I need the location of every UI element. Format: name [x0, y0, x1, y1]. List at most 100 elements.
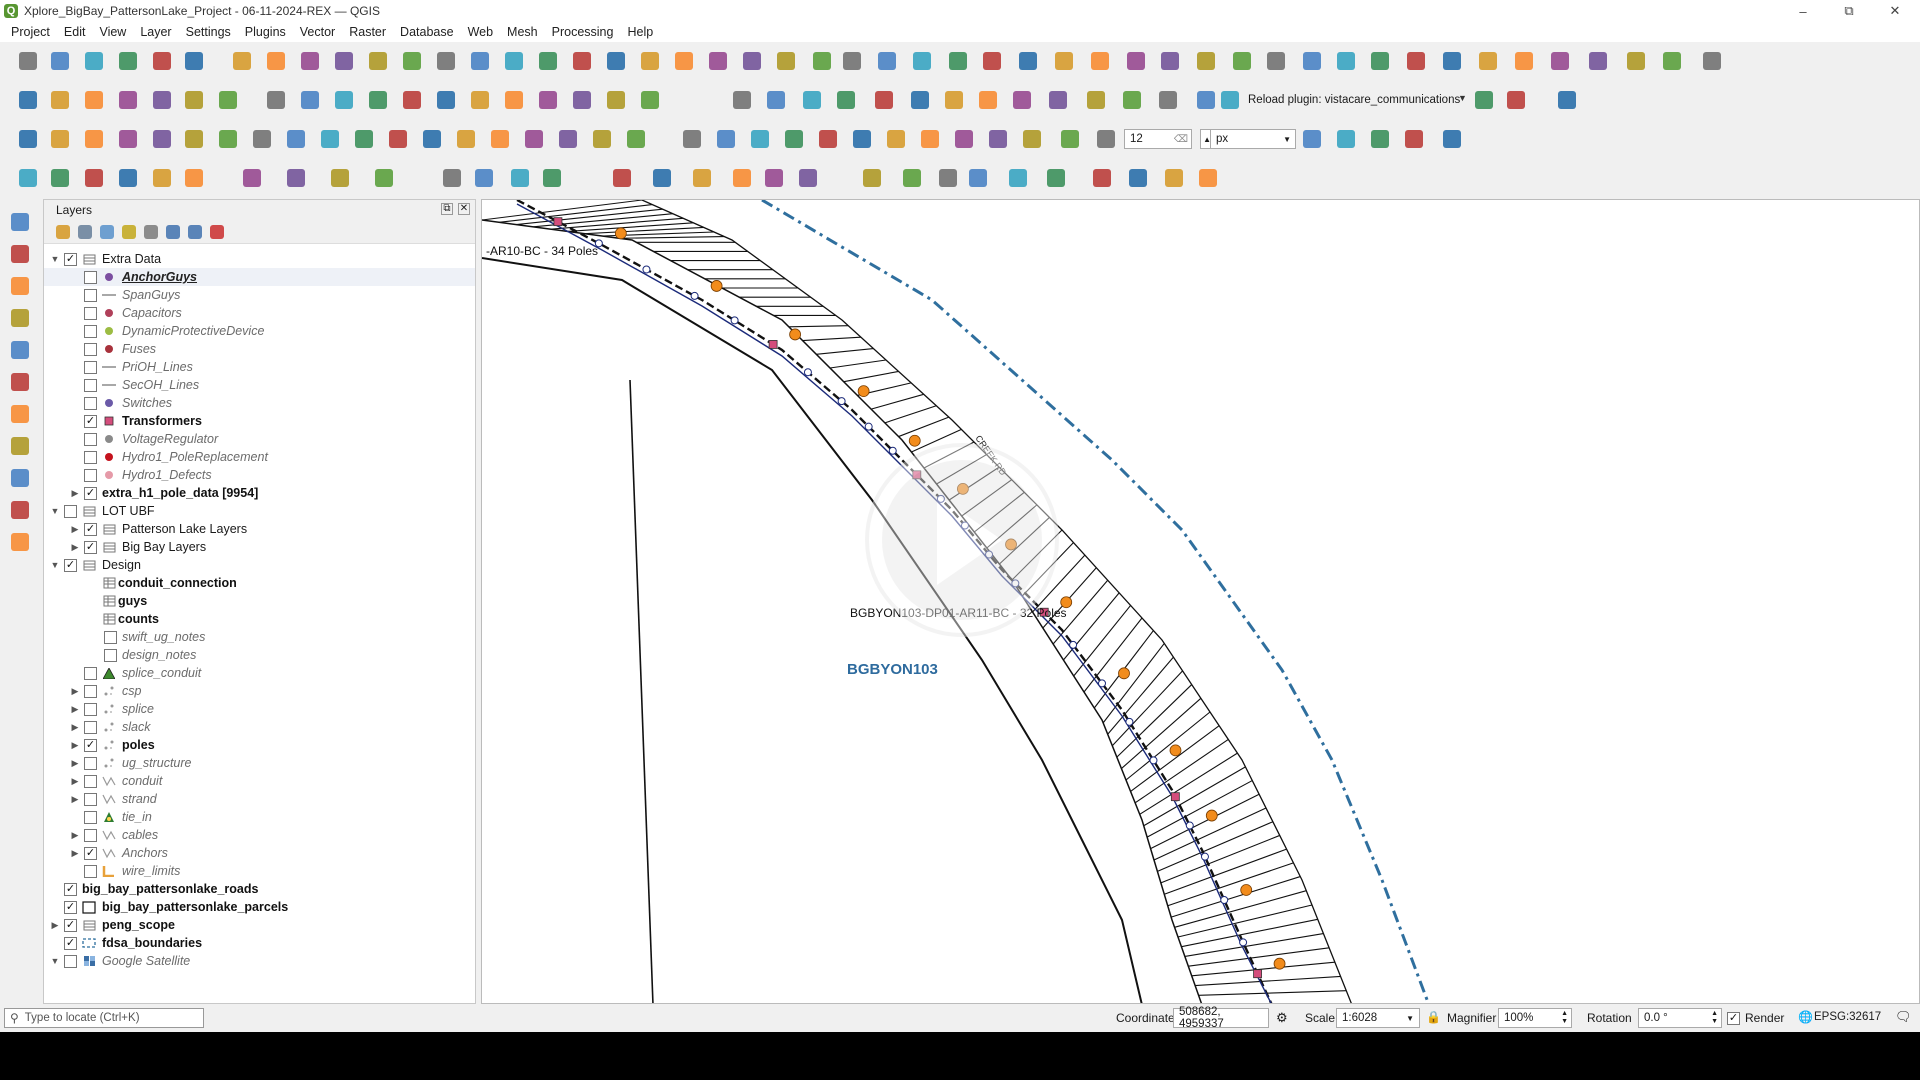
layer-tree-item[interactable]: conduit_connection: [44, 574, 475, 592]
clear-icon[interactable]: ⌫: [1174, 134, 1188, 145]
project-tool-25-icon[interactable]: [840, 49, 864, 73]
pole-point[interactable]: [1118, 667, 1130, 680]
project-tool-32-icon[interactable]: [1088, 49, 1112, 73]
project-tool-44-icon[interactable]: [1512, 49, 1536, 73]
transformer-point[interactable]: [553, 217, 563, 227]
anchor-node[interactable]: [1220, 896, 1229, 904]
expand-arrow-closed-icon[interactable]: ▶: [70, 740, 80, 751]
digitize-tool-11-icon[interactable]: [366, 88, 390, 112]
advanced-tool-27-icon[interactable]: [918, 127, 942, 151]
pole-point[interactable]: [789, 328, 802, 341]
menu-layer[interactable]: Layer: [133, 25, 178, 39]
label-tool-20-icon[interactable]: [796, 166, 820, 190]
layer-visibility-checkbox[interactable]: ✓: [64, 882, 77, 896]
layer-tree-item[interactable]: ▶ splice: [44, 700, 475, 718]
advanced-tool-16-icon[interactable]: [522, 127, 546, 151]
advanced-tool-33-icon[interactable]: [1300, 127, 1324, 151]
menu-raster[interactable]: Raster: [342, 25, 393, 39]
digitize-tool-15-icon[interactable]: [502, 88, 526, 112]
layer-visibility-checkbox[interactable]: ✓: [64, 558, 77, 572]
remove-layer-icon[interactable]: [210, 224, 224, 239]
digitize-tool-2-icon[interactable]: [48, 88, 72, 112]
project-tool-26-icon[interactable]: [875, 49, 899, 73]
advanced-tool-3-icon[interactable]: [82, 127, 106, 151]
layer-visibility-checkbox[interactable]: ✓: [84, 738, 97, 752]
transformer-point[interactable]: [1253, 969, 1262, 979]
digitize-tool-17-icon[interactable]: [570, 88, 594, 112]
expand-all-icon[interactable]: [166, 224, 180, 239]
minimize-button[interactable]: –: [1780, 0, 1826, 22]
project-tool-1-icon[interactable]: [16, 49, 40, 73]
collapse-all-icon[interactable]: [188, 224, 202, 239]
layer-tree-item[interactable]: ▶ ✓ peng_scope: [44, 916, 475, 934]
layer-visibility-checkbox[interactable]: [84, 720, 97, 734]
transformer-point[interactable]: [768, 340, 778, 349]
project-tool-38-icon[interactable]: [1300, 49, 1324, 73]
project-tool-20-icon[interactable]: [672, 49, 696, 73]
digitize-tool-25-icon[interactable]: [908, 88, 932, 112]
menu-settings[interactable]: Settings: [179, 25, 238, 39]
layer-tree-item[interactable]: splice_conduit: [44, 664, 475, 682]
label-tool-6-icon[interactable]: [182, 166, 206, 190]
menu-vector[interactable]: Vector: [293, 25, 342, 39]
project-tool-48-icon[interactable]: [1660, 49, 1684, 73]
layer-visibility-checkbox[interactable]: [84, 450, 97, 464]
layer-tree-item[interactable]: AnchorGuys: [44, 268, 475, 286]
layer-visibility-checkbox[interactable]: [84, 864, 97, 878]
pole-point[interactable]: [857, 385, 870, 398]
label-tool-8-icon[interactable]: [284, 166, 308, 190]
lock-scale-icon[interactable]: 🔒: [1426, 1010, 1441, 1024]
expand-arrow-closed-icon[interactable]: ▶: [70, 686, 80, 697]
label-tool-15-icon[interactable]: [610, 166, 634, 190]
advanced-tool-34-icon[interactable]: [1334, 127, 1358, 151]
project-tool-21-icon[interactable]: [706, 49, 730, 73]
project-tool-5-icon[interactable]: [150, 49, 174, 73]
add-layer-tool-4-icon[interactable]: [8, 306, 32, 330]
advanced-tool-29-icon[interactable]: [986, 127, 1010, 151]
label-tool-12-icon[interactable]: [472, 166, 496, 190]
advanced-tool-36-icon[interactable]: [1402, 127, 1426, 151]
pole-point[interactable]: [1205, 809, 1218, 822]
digitize-tool-5-icon[interactable]: [150, 88, 174, 112]
project-tool-16-icon[interactable]: [536, 49, 560, 73]
layer-visibility-checkbox[interactable]: [64, 504, 77, 518]
add-layer-tool-7-icon[interactable]: [8, 402, 32, 426]
layer-tree-item[interactable]: ▶ ug_structure: [44, 754, 475, 772]
layer-visibility-checkbox[interactable]: [84, 396, 97, 410]
anchor-node[interactable]: [1069, 640, 1078, 649]
pole-point[interactable]: [710, 280, 723, 292]
label-tool-1-icon[interactable]: [16, 166, 40, 190]
label-tool-27-icon[interactable]: [1090, 166, 1114, 190]
layer-tree-item[interactable]: ▶ strand: [44, 790, 475, 808]
advanced-tool-37-icon[interactable]: [1440, 127, 1464, 151]
advanced-tool-21-icon[interactable]: [714, 127, 738, 151]
maximize-button[interactable]: ⧉: [1826, 0, 1872, 22]
layer-visibility-checkbox[interactable]: [104, 648, 117, 662]
advanced-tool-31-icon[interactable]: [1058, 127, 1082, 151]
project-tool-22-icon[interactable]: [740, 49, 764, 73]
menu-project[interactable]: Project: [4, 25, 57, 39]
anchor-node[interactable]: [864, 422, 873, 431]
project-tool-35-icon[interactable]: [1194, 49, 1218, 73]
layer-tree-item[interactable]: ▼ ✓ Extra Data: [44, 250, 475, 268]
digitize-tool-9-icon[interactable]: [298, 88, 322, 112]
anchor-node[interactable]: [837, 397, 846, 406]
project-tool-6-icon[interactable]: [182, 49, 206, 73]
advanced-tool-12-icon[interactable]: [386, 127, 410, 151]
digitize-tool-35-icon[interactable]: [1472, 88, 1496, 112]
layer-visibility-checkbox[interactable]: [84, 360, 97, 374]
menu-plugins[interactable]: Plugins: [238, 25, 293, 39]
layer-visibility-checkbox[interactable]: [84, 666, 97, 680]
layer-visibility-checkbox[interactable]: [84, 324, 97, 338]
digitize-tool-36-icon[interactable]: [1504, 88, 1528, 112]
layer-tree-item[interactable]: SecOH_Lines: [44, 376, 475, 394]
layer-tree-item[interactable]: ✓ fdsa_boundaries: [44, 934, 475, 952]
add-layer-tool-6-icon[interactable]: [8, 370, 32, 394]
expand-arrow-closed-icon[interactable]: ▶: [70, 848, 80, 859]
advanced-tool-4-icon[interactable]: [116, 127, 140, 151]
advanced-tool-26-icon[interactable]: [884, 127, 908, 151]
layer-visibility-checkbox[interactable]: ✓: [64, 900, 77, 914]
add-layer-tool-5-icon[interactable]: [8, 338, 32, 362]
layer-tree-item[interactable]: counts: [44, 610, 475, 628]
snap-unit-select[interactable]: px ▼: [1210, 129, 1296, 149]
